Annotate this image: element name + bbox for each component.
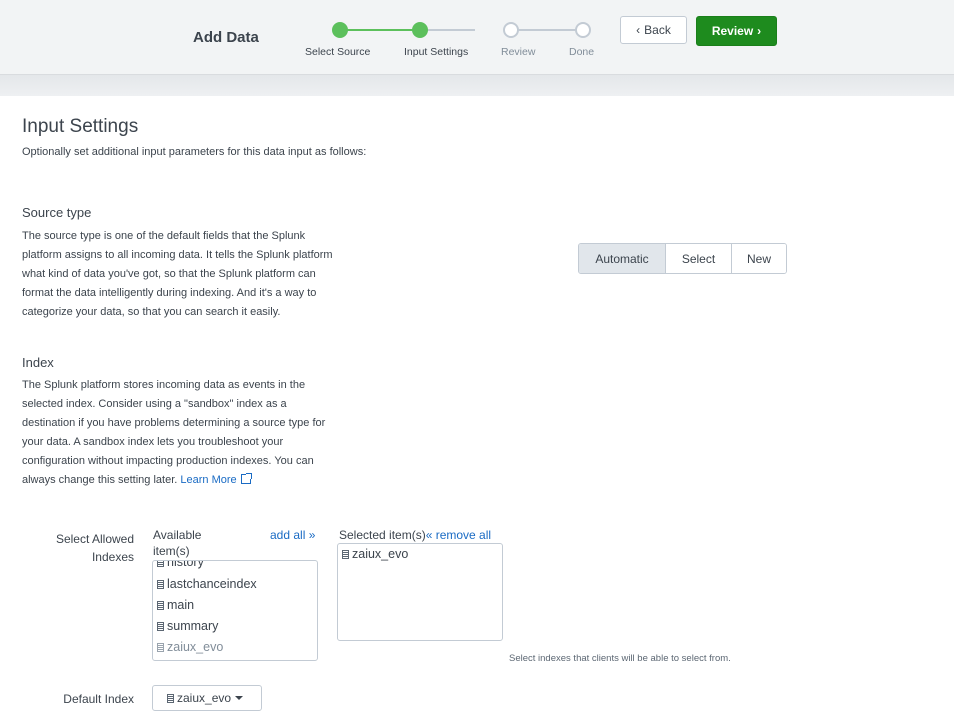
wizard-header: Add Data Select Source Input Settings Re… xyxy=(0,0,954,75)
back-button-label: Back xyxy=(644,23,671,37)
learn-more-link[interactable]: Learn More xyxy=(180,473,252,486)
database-icon xyxy=(157,621,164,631)
list-item-label: lastchanceindex xyxy=(167,577,257,591)
description-line: configuration without impacting producti… xyxy=(22,455,314,467)
index-title: Index xyxy=(22,355,54,370)
database-icon xyxy=(157,600,164,610)
allowed-indexes-label-line: Indexes xyxy=(91,550,134,564)
step-label-done: Done xyxy=(569,46,595,58)
review-button[interactable]: Review › xyxy=(696,16,777,46)
selected-items-header: Selected item(s)« remove all xyxy=(339,527,491,543)
source-type-select-button[interactable]: Select xyxy=(666,244,732,273)
learn-more-label: Learn More xyxy=(180,474,237,486)
step-dot-input-settings xyxy=(412,22,428,38)
list-item[interactable]: history xyxy=(157,560,204,569)
review-button-label: Review xyxy=(711,24,754,38)
step-connector xyxy=(508,29,582,31)
allowed-indexes-help: Select indexes that clients will be able… xyxy=(509,653,731,664)
database-icon xyxy=(167,693,174,703)
page-subtitle: Optionally set additional input paramete… xyxy=(22,146,367,158)
database-icon xyxy=(157,561,164,567)
default-index-value: zaiux_evo xyxy=(177,691,232,705)
step-dot-select-source xyxy=(332,22,348,38)
description-line: your data. A sandbox index lets you trou… xyxy=(22,436,284,448)
source-type-new-button[interactable]: New xyxy=(732,244,786,273)
step-connector xyxy=(420,29,475,31)
database-icon xyxy=(157,642,164,652)
add-all-link[interactable]: add all » xyxy=(270,527,315,543)
step-label-review: Review xyxy=(501,46,536,58)
list-item[interactable]: main xyxy=(157,598,194,612)
description-line: platform assigns to all incoming data. I… xyxy=(22,249,333,261)
index-description: The Splunk platform stores incoming data… xyxy=(22,376,402,490)
list-item[interactable]: zaiux_evo xyxy=(157,640,223,654)
available-header-line: Available xyxy=(153,528,202,542)
caret-down-icon xyxy=(235,696,244,700)
allowed-indexes-label-line: Select Allowed xyxy=(55,532,134,546)
selected-header-label: Selected item(s) xyxy=(339,528,426,542)
source-type-description: The source type is one of the default fi… xyxy=(22,227,402,322)
page-title: Input Settings xyxy=(22,116,139,137)
available-items-header: Available item(s) xyxy=(153,527,201,559)
database-icon xyxy=(157,579,164,589)
available-items-list[interactable]: history lastchanceindex main summary zai… xyxy=(152,560,318,661)
page-heading: Add Data xyxy=(193,29,259,46)
description-line: selected index. Consider using a "sandbo… xyxy=(22,398,287,410)
remove-all-link[interactable]: « remove all xyxy=(426,528,491,542)
list-item-label: main xyxy=(167,598,195,612)
step-label-select-source: Select Source xyxy=(305,46,371,58)
header-shadow xyxy=(0,75,954,96)
description-line: The Splunk platform stores incoming data… xyxy=(22,379,306,391)
list-item[interactable]: summary xyxy=(157,619,218,633)
selected-items-list[interactable]: zaiux_evo xyxy=(337,543,503,641)
available-header-line: item(s) xyxy=(153,544,190,558)
default-index-label: Default Index xyxy=(63,692,134,706)
external-link-icon xyxy=(240,473,252,484)
list-item-label: history xyxy=(167,560,204,569)
description-line-last: always change this setting later. Learn … xyxy=(22,471,402,490)
step-label-input-settings: Input Settings xyxy=(404,46,469,58)
step-dot-done xyxy=(575,22,591,38)
description-line: always change this setting later. xyxy=(22,474,178,486)
description-line: format the data intelligently during ind… xyxy=(22,287,317,299)
chevron-left-icon: ‹ xyxy=(636,23,641,37)
source-type-selector: Automatic Select New xyxy=(578,243,787,274)
wizard-steps: Select Source Input Settings Review Done xyxy=(300,18,610,68)
source-type-title: Source type xyxy=(22,205,92,220)
back-button[interactable]: ‹ Back xyxy=(620,16,687,44)
default-index-dropdown[interactable]: zaiux_evo xyxy=(152,685,262,711)
allowed-indexes-label: Select Allowed Indexes xyxy=(30,530,134,566)
description-line: The source type is one of the default fi… xyxy=(22,230,306,242)
database-icon xyxy=(342,549,349,559)
list-item[interactable]: zaiux_evo xyxy=(342,547,408,561)
source-type-automatic-button[interactable]: Automatic xyxy=(579,244,666,273)
step-connector xyxy=(340,29,420,31)
description-line: categorize your data, so that you can se… xyxy=(22,306,281,318)
chevron-right-icon: › xyxy=(757,24,762,38)
description-line: what kind of data you've got, so that th… xyxy=(22,268,316,280)
step-dot-review xyxy=(503,22,519,38)
list-item[interactable]: lastchanceindex xyxy=(157,577,257,591)
list-item-label: summary xyxy=(167,619,219,633)
description-line: destination if you have problems determi… xyxy=(22,417,326,429)
list-item-label: zaiux_evo xyxy=(352,547,409,561)
list-item-label: zaiux_evo xyxy=(167,640,224,654)
